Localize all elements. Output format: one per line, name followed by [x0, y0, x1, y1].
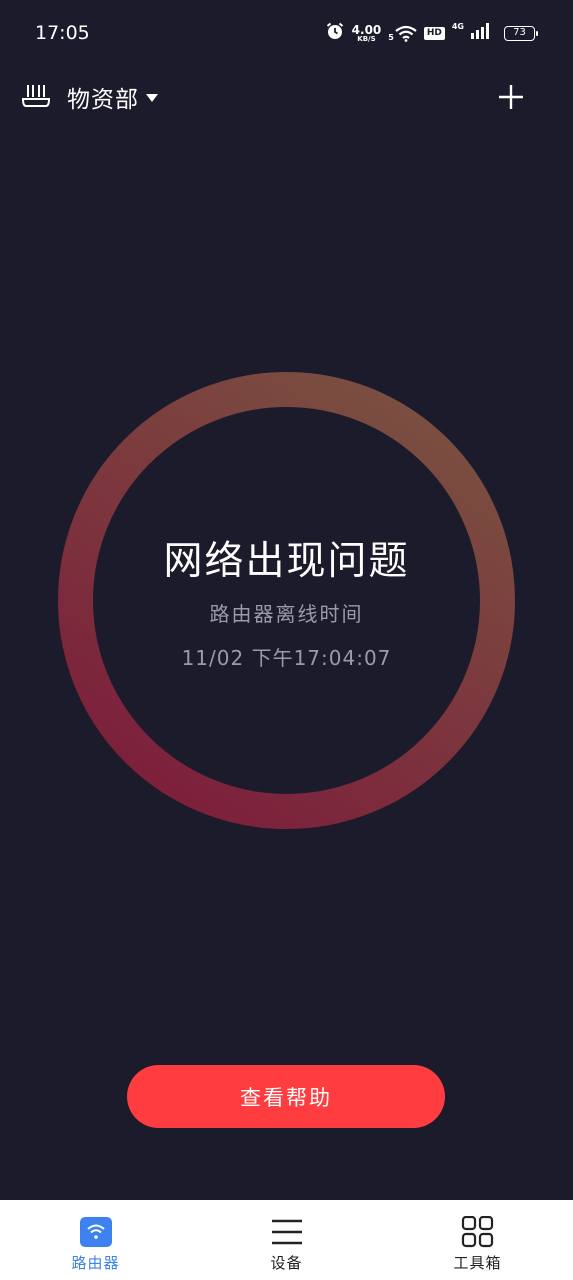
plus-icon [499, 85, 523, 109]
tab-toolbox-label: 工具箱 [453, 1254, 502, 1272]
tab-bar: 路由器 设备 工具箱 [0, 1200, 573, 1280]
offline-time: 11/02 下午17:04:07 [181, 646, 392, 670]
network-speed: 4.00 KB/S [352, 24, 382, 43]
status-bar: 17:05 4.00 KB/S 5 HD 4G 73 [0, 0, 573, 66]
location-selector[interactable]: 物资部 [67, 80, 159, 114]
caret-down-icon [145, 88, 159, 107]
header: 物资部 [0, 66, 573, 126]
tab-router-label: 路由器 [71, 1254, 120, 1272]
location-label: 物资部 [67, 87, 139, 113]
signal-icon [471, 23, 491, 43]
status-icons: 4.00 KB/S 5 HD 4G 73 [325, 21, 538, 45]
network-type: 4G [451, 22, 464, 31]
speed-value: 4.00 [351, 22, 382, 37]
add-button[interactable] [494, 80, 528, 114]
grid-icon [461, 1216, 495, 1248]
status-subtitle: 路由器离线时间 [209, 602, 364, 626]
router-icon [21, 83, 51, 113]
status-title: 网络出现问题 [163, 539, 410, 584]
tab-toolbox[interactable]: 工具箱 [382, 1200, 573, 1280]
battery-icon: 73 [504, 25, 538, 41]
status-time: 17:05 [35, 22, 90, 44]
menu-icon [270, 1216, 304, 1248]
wifi-status-icon: 5 [388, 25, 417, 42]
view-help-button[interactable]: 查看帮助 [127, 1065, 445, 1128]
tab-devices-label: 设备 [270, 1254, 303, 1272]
wifi-band: 5 [388, 32, 394, 42]
alarm-icon [325, 21, 345, 45]
tab-router[interactable]: 路由器 [0, 1200, 191, 1280]
hd-badge: HD [423, 26, 445, 40]
wifi-icon [79, 1216, 113, 1248]
battery-level: 73 [513, 27, 526, 38]
speed-unit: KB/S [357, 34, 376, 43]
tab-devices[interactable]: 设备 [191, 1200, 382, 1280]
